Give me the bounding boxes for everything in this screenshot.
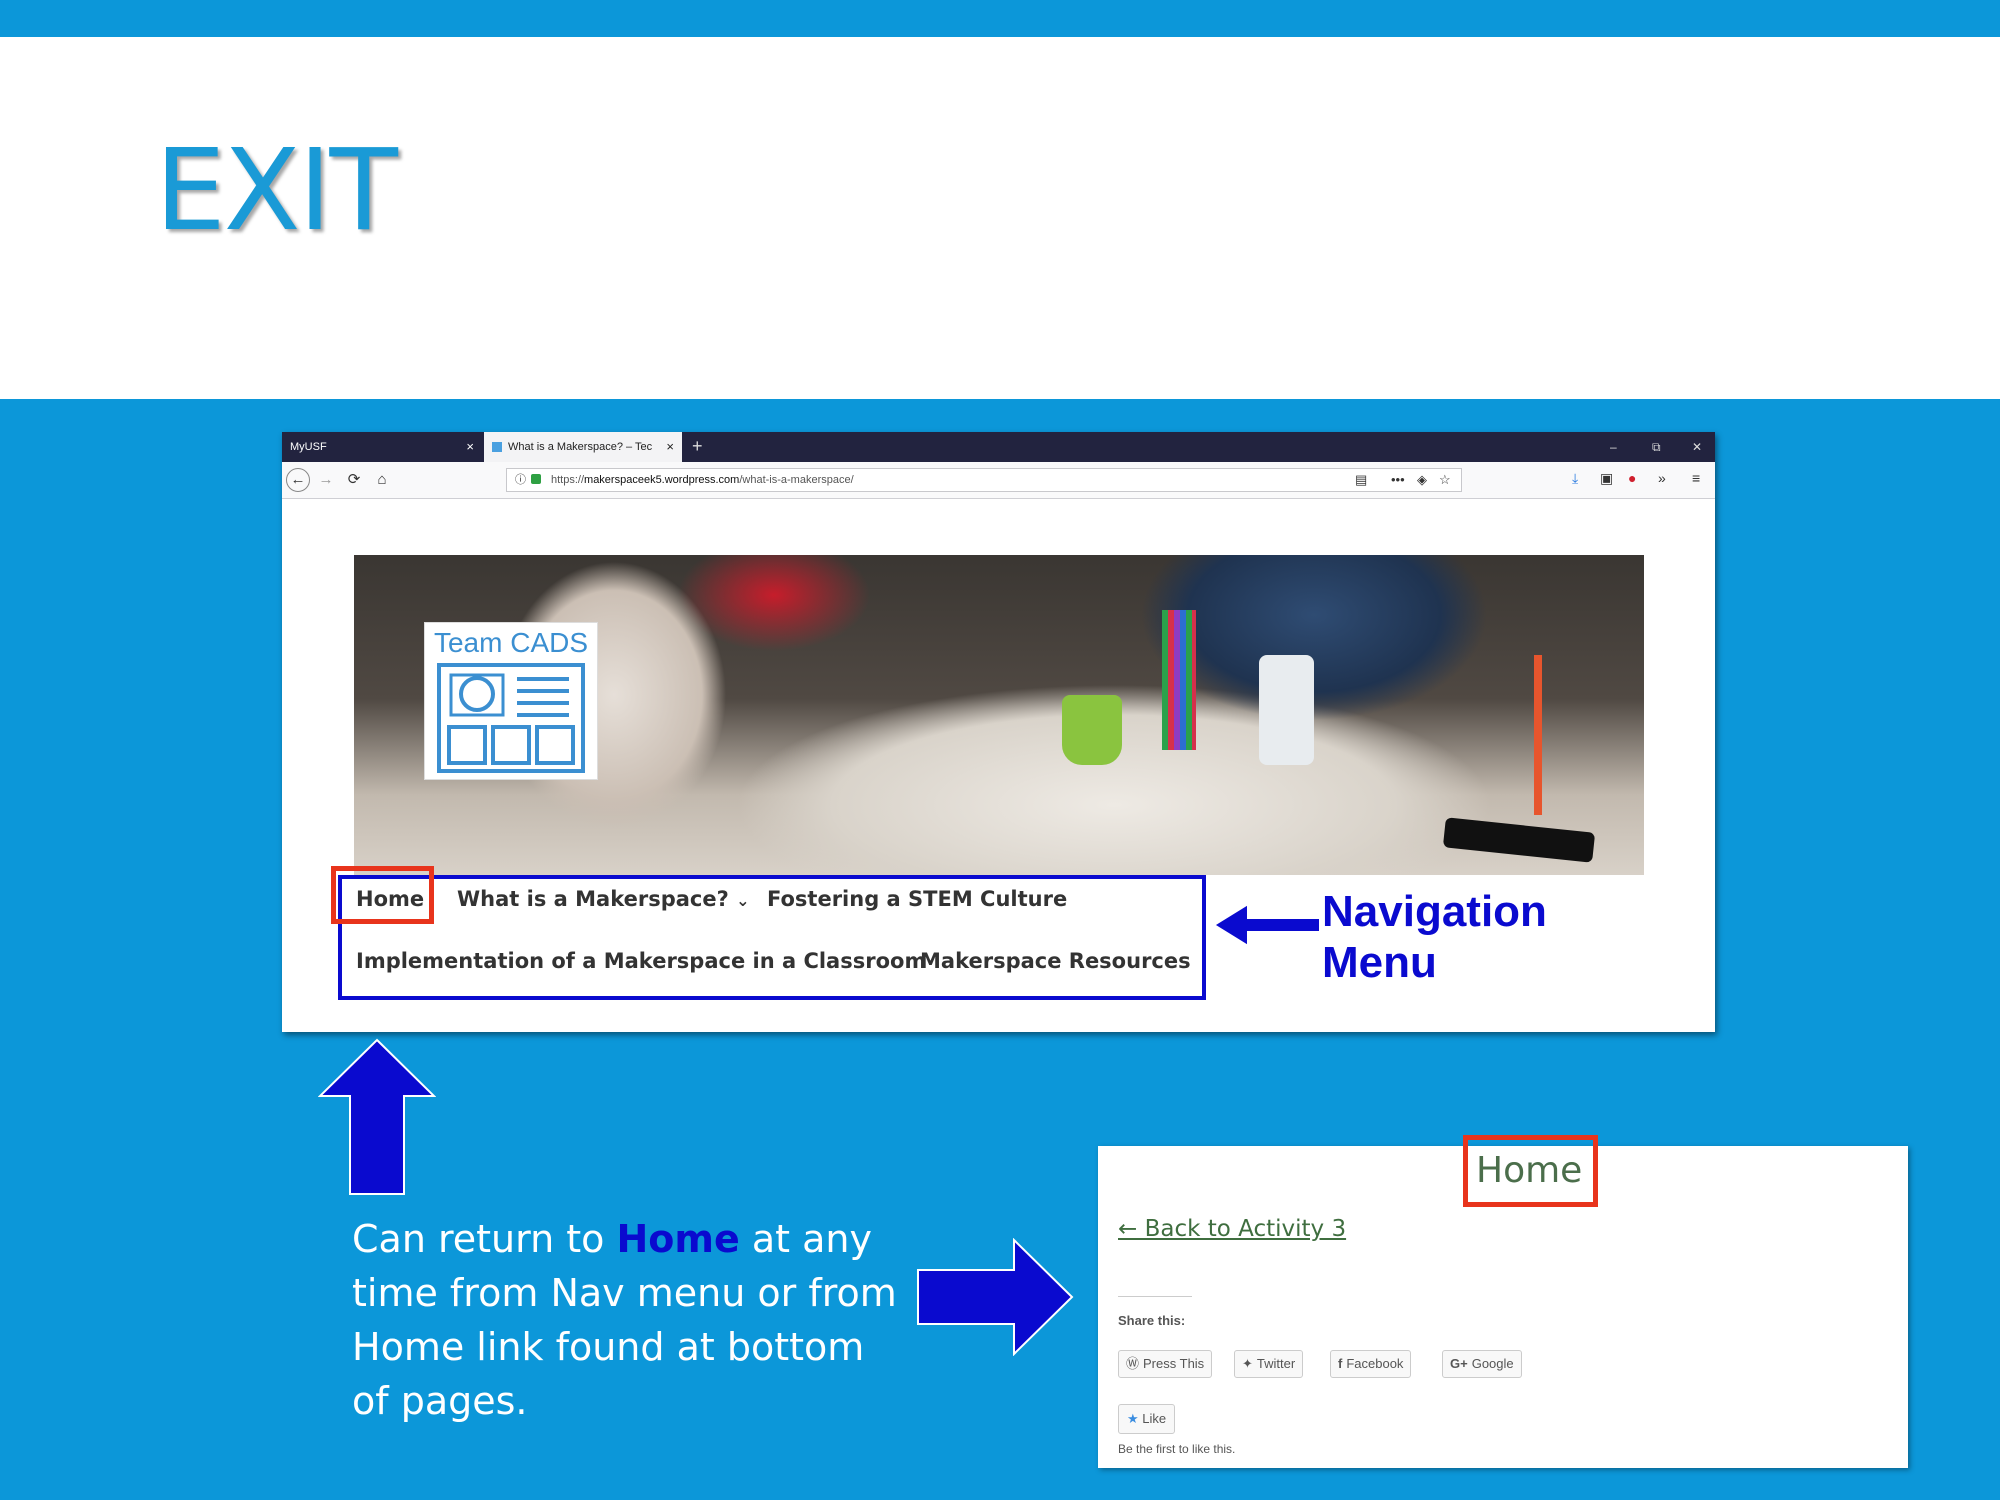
pencil-decoration [1534, 655, 1542, 815]
cup-decoration [1062, 695, 1122, 765]
tab-label: MyUSF [290, 441, 327, 453]
url-path: /what-is-a-makerspace/ [739, 474, 854, 486]
first-like-text: Be the first to like this. [1118, 1442, 1236, 1456]
home-title-highlight-box [1463, 1135, 1598, 1207]
reload-icon[interactable]: ⟳ [342, 468, 366, 492]
right-arrow-icon [917, 1238, 1074, 1356]
info-icon: ⓘ [515, 474, 526, 486]
navigation-label-line2: Menu [1322, 938, 1437, 987]
tab-myusf[interactable]: MyUSF × [282, 432, 482, 462]
home-highlight-box [331, 866, 434, 924]
tab-strip: MyUSF × What is a Makerspace? – Tec × + … [282, 432, 1715, 462]
tab-makerspace[interactable]: What is a Makerspace? – Tec × [484, 432, 682, 462]
download-icon[interactable]: ⤓ [1572, 470, 1578, 487]
team-cads-logo[interactable]: Team CADS [424, 622, 598, 780]
facebook-button[interactable]: f Facebook [1330, 1350, 1412, 1378]
url-prefix: https:// [551, 474, 585, 486]
slide-top-band [0, 0, 2000, 37]
up-arrow-icon [318, 1038, 436, 1195]
minimize-icon[interactable]: – [1610, 432, 1617, 462]
tab-close-icon[interactable]: × [666, 432, 674, 462]
reader-view-icon[interactable]: ▤ [1355, 469, 1367, 491]
twitter-button[interactable]: ✦ Twitter [1234, 1350, 1304, 1378]
logo-text: Team CADS [433, 627, 589, 658]
navigation-label-line1: Navigation [1322, 887, 1547, 936]
lock-icon [531, 474, 541, 484]
navigation-menu-label: Navigation Menu [1322, 886, 1547, 988]
page-actions-icon[interactable]: ••• [1391, 469, 1405, 491]
star-icon: ★ [1127, 1411, 1139, 1426]
back-to-activity-link[interactable]: ← Back to Activity 3 [1118, 1216, 1346, 1242]
markers-decoration [1162, 610, 1196, 750]
press-this-label: Press This [1143, 1356, 1205, 1371]
pocket-icon[interactable]: ◈ [1417, 469, 1427, 491]
google-label: Google [1471, 1356, 1514, 1371]
favicon-icon [492, 442, 502, 453]
pinterest-icon[interactable]: ● [1628, 470, 1636, 486]
slide-title: EXIT [155, 126, 398, 256]
home-icon[interactable]: ⌂ [370, 468, 394, 492]
wordpress-icon: Ⓦ [1126, 1356, 1140, 1371]
tab-close-icon[interactable]: × [466, 432, 474, 462]
caption-text-1: Can return to [352, 1217, 617, 1261]
caption-home-highlight: Home [616, 1217, 740, 1261]
press-this-button[interactable]: Ⓦ Press This [1118, 1350, 1213, 1378]
bookmark-star-icon[interactable]: ☆ [1439, 469, 1451, 491]
left-arrow-icon [1212, 902, 1321, 948]
share-label: Share this: [1118, 1313, 1186, 1328]
facebook-icon: f [1338, 1356, 1343, 1371]
back-arrow-icon[interactable]: ← [286, 468, 310, 492]
tab-label: What is a Makerspace? – Tec [508, 441, 653, 453]
browser-toolbar: ← → ⟳ ⌂ ⓘ https://makerspaceek5.wordpres… [282, 462, 1715, 499]
logo-layout-icon [437, 663, 585, 773]
forward-arrow-icon[interactable]: → [314, 468, 338, 492]
phone-decoration [1442, 817, 1596, 863]
google-plus-icon: G+ [1450, 1356, 1468, 1371]
url-bar[interactable]: ⓘ https://makerspaceek5.wordpress.com/wh… [506, 468, 1462, 492]
twitter-label: Twitter [1256, 1356, 1296, 1371]
url-domain: makerspaceek5.wordpress.com [584, 474, 740, 486]
nav-menu-highlight-box [338, 875, 1206, 1000]
facebook-label: Facebook [1346, 1356, 1404, 1371]
slide-caption: Can return to Home at any time from Nav … [352, 1212, 912, 1428]
new-tab-icon[interactable]: + [692, 432, 703, 460]
header-image: Team CADS [354, 555, 1644, 875]
slide-title-area: EXIT [0, 37, 2000, 399]
sidebar-icon[interactable]: ▣ [1600, 470, 1613, 487]
bottle-decoration [1259, 655, 1314, 765]
like-label: Like [1142, 1411, 1167, 1426]
google-button[interactable]: G+ Google [1442, 1350, 1522, 1378]
restore-icon[interactable]: ⧉ [1652, 432, 1661, 462]
menu-icon[interactable]: ≡ [1692, 470, 1700, 486]
twitter-icon: ✦ [1242, 1356, 1253, 1371]
divider [1118, 1296, 1192, 1297]
overflow-icon[interactable]: » [1658, 470, 1666, 486]
like-button[interactable]: ★ Like [1118, 1404, 1176, 1434]
close-window-icon[interactable]: ✕ [1692, 432, 1702, 462]
